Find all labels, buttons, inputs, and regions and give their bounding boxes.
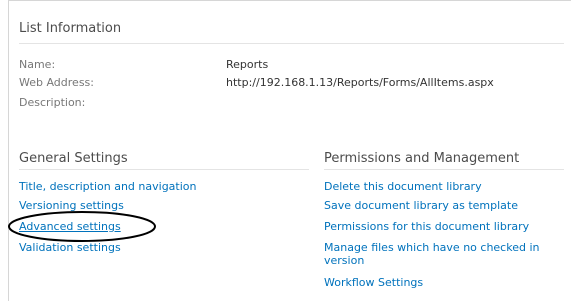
list-information-divider — [19, 43, 564, 44]
manage-checked-out-files-link-continued[interactable]: version — [324, 254, 364, 267]
permissions-management-heading: Permissions and Management — [324, 151, 520, 166]
permissions-management-divider — [324, 169, 564, 170]
versioning-settings-link[interactable]: Versioning settings — [19, 199, 124, 212]
library-permissions-link[interactable]: Permissions for this document library — [324, 220, 529, 233]
advanced-settings-link[interactable]: Advanced settings — [19, 220, 121, 233]
web-address-label: Web Address: — [19, 76, 94, 89]
title-description-navigation-link[interactable]: Title, description and navigation — [19, 180, 197, 193]
web-address-value: http://192.168.1.13/Reports/Forms/AllIte… — [226, 76, 494, 89]
description-label: Description: — [19, 96, 86, 109]
workflow-settings-link[interactable]: Workflow Settings — [324, 276, 423, 289]
delete-library-link[interactable]: Delete this document library — [324, 180, 482, 193]
general-settings-heading: General Settings — [19, 151, 128, 166]
save-library-template-link[interactable]: Save document library as template — [324, 199, 518, 212]
list-information-heading: List Information — [19, 21, 122, 36]
name-label: Name: — [19, 58, 56, 71]
name-value: Reports — [226, 58, 269, 71]
manage-checked-out-files-link[interactable]: Manage files which have no checked in — [324, 241, 539, 254]
general-settings-divider — [19, 169, 309, 170]
validation-settings-link[interactable]: Validation settings — [19, 241, 121, 254]
